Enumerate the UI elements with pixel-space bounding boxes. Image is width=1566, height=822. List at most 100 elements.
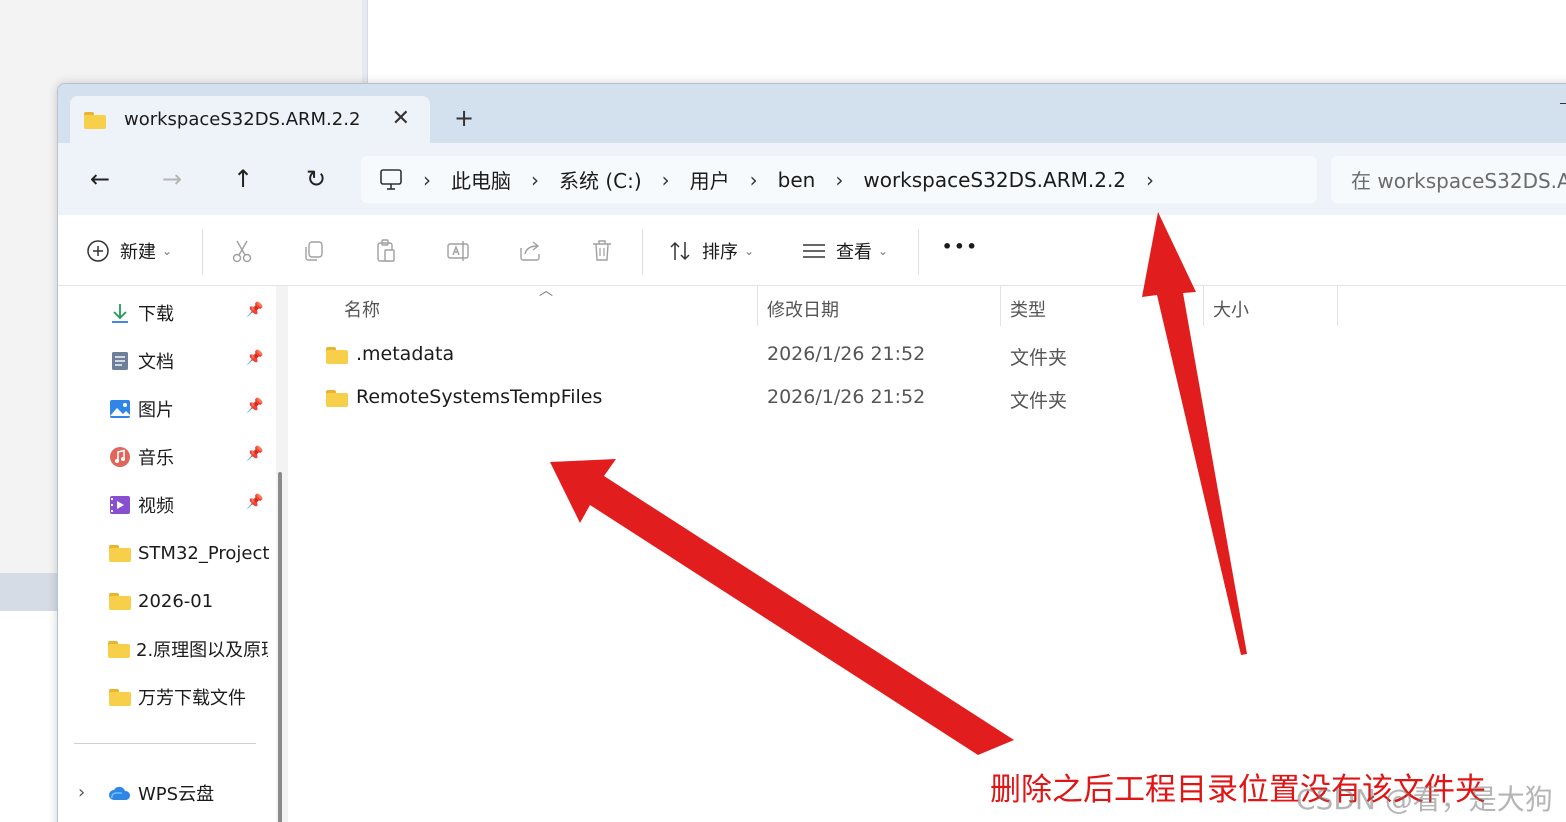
pin-icon: 📌 — [246, 350, 264, 366]
sidebar-item-label: STM32_Project — [138, 542, 270, 564]
tab-workspace[interactable]: workspaceS32DS.ARM.2.2 ✕ — [70, 96, 430, 143]
new-tab-button[interactable]: + — [454, 104, 474, 132]
rename-button[interactable] — [444, 237, 472, 265]
file-explorer-window: workspaceS32DS.ARM.2.2 ✕ + ← → ↑ ↻ › 此电脑… — [57, 83, 1566, 822]
background-app-selection — [0, 573, 60, 611]
sidebar-item-wps-cloud[interactable]: WPS云盘 — [108, 778, 214, 808]
file-list: ︿ 名称 修改日期 类型 大小 .metadata 2026/1/26 21:5… — [294, 283, 1566, 822]
pin-icon: 📌 — [246, 494, 264, 510]
view-button[interactable]: 查看 ⌄ — [800, 237, 888, 265]
breadcrumb-this-pc[interactable]: 此电脑 — [451, 165, 511, 194]
table-row[interactable]: .metadata 2026/1/26 21:52 文件夹 — [294, 335, 1566, 375]
sort-ascending-icon: ︿ — [539, 283, 553, 299]
close-tab-icon[interactable]: ✕ — [392, 106, 410, 131]
folder-icon — [84, 111, 106, 129]
file-modified: 2026/1/26 21:52 — [767, 343, 926, 365]
music-icon — [108, 445, 132, 469]
cut-button[interactable] — [228, 237, 256, 265]
address-bar[interactable]: › 此电脑 › 系统 (C:) › 用户 › ben › workspaceS3… — [361, 156, 1317, 203]
expand-chevron-icon[interactable]: › — [78, 782, 85, 803]
sidebar-item-music[interactable]: 音乐 — [108, 442, 174, 472]
share-button[interactable] — [516, 237, 544, 265]
download-icon — [108, 301, 132, 325]
folder-icon — [108, 589, 132, 613]
sidebar-item-label: 音乐 — [138, 448, 174, 469]
column-divider[interactable] — [757, 286, 758, 326]
copy-button[interactable] — [300, 237, 328, 265]
sidebar-item-label: 万芳下载文件 — [138, 688, 246, 709]
paste-button[interactable] — [372, 237, 400, 265]
delete-button[interactable] — [588, 237, 616, 265]
sidebar-item-stm32-project[interactable]: STM32_Project — [108, 538, 269, 568]
column-divider[interactable] — [1000, 286, 1001, 326]
pin-icon: 📌 — [246, 446, 264, 462]
breadcrumb-separator[interactable]: › — [531, 168, 539, 192]
breadcrumb-users[interactable]: 用户 — [690, 165, 730, 194]
watermark: CSDN @看，是大狗 — [1296, 783, 1553, 816]
view-list-icon — [800, 237, 828, 265]
sidebar-item-documents[interactable]: 文档 — [108, 346, 174, 376]
sidebar-item-pictures[interactable]: 图片 — [108, 394, 174, 424]
pin-icon: 📌 — [246, 398, 264, 414]
paste-icon — [372, 237, 400, 265]
sidebar-item-label: 视频 — [138, 496, 174, 517]
new-button[interactable]: 新建 ⌄ — [84, 237, 172, 265]
sidebar-item-label: 2.原理图以及原理 — [136, 640, 268, 661]
column-divider[interactable] — [1203, 286, 1204, 326]
rename-icon — [444, 237, 472, 265]
sidebar-scrollbar-thumb[interactable] — [278, 472, 282, 822]
folder-icon — [108, 685, 132, 709]
back-button[interactable]: ← — [80, 161, 120, 197]
folder-icon — [108, 637, 130, 661]
video-icon — [108, 493, 132, 517]
sort-button[interactable]: 排序 ⌄ — [666, 237, 754, 265]
computer-icon — [379, 168, 403, 191]
share-icon — [516, 237, 544, 265]
folder-icon — [326, 347, 348, 364]
breadcrumb-c-drive[interactable]: 系统 (C:) — [559, 165, 642, 194]
column-header-modified[interactable]: 修改日期 — [767, 296, 839, 322]
command-toolbar: 新建 ⌄ 排序 ⌄ 查看 ⌄ ••• — [58, 215, 1566, 286]
cut-icon — [228, 237, 256, 265]
sidebar-item-schematics[interactable]: 2.原理图以及原理 — [108, 634, 268, 664]
navigation-pane: 下载 📌 文档 📌 图片 📌 音乐 📌 视频 📌 STM32_Project 2… — [58, 286, 294, 822]
document-icon — [108, 349, 132, 373]
view-label: 查看 — [836, 242, 872, 263]
chevron-down-icon: ⌄ — [162, 244, 173, 258]
sidebar-item-label: WPS云盘 — [138, 784, 215, 805]
breadcrumb-separator[interactable]: › — [423, 168, 431, 192]
breadcrumb-separator[interactable]: › — [1146, 168, 1154, 192]
sidebar-item-downloads[interactable]: 下载 — [108, 298, 174, 328]
file-type: 文件夹 — [1010, 347, 1068, 369]
file-name: RemoteSystemsTempFiles — [356, 386, 603, 408]
forward-button[interactable]: → — [152, 161, 192, 197]
sidebar-item-wanfang-downloads[interactable]: 万芳下载文件 — [108, 682, 246, 712]
breadcrumb-separator[interactable]: › — [750, 168, 758, 192]
pin-icon: 📌 — [246, 302, 264, 318]
refresh-button[interactable]: ↻ — [296, 161, 336, 197]
breadcrumb-separator[interactable]: › — [835, 168, 843, 192]
sidebar-divider — [74, 743, 256, 744]
column-header-type[interactable]: 类型 — [1010, 296, 1046, 322]
chevron-down-icon: ⌄ — [744, 244, 755, 258]
breadcrumb-ben[interactable]: ben — [778, 168, 816, 192]
minimize-button[interactable] — [1560, 103, 1566, 104]
search-input[interactable]: 在 workspaceS32DS.ARM.2.2 中搜索 — [1331, 156, 1566, 203]
sidebar-item-label: 2026-01 — [138, 590, 214, 612]
more-options-button[interactable]: ••• — [942, 237, 979, 256]
file-type: 文件夹 — [1010, 390, 1068, 412]
column-header-name[interactable]: 名称 — [344, 296, 380, 322]
column-header-size[interactable]: 大小 — [1213, 296, 1249, 322]
sidebar-item-videos[interactable]: 视频 — [108, 490, 174, 520]
sidebar-item-2026-01[interactable]: 2026-01 — [108, 586, 213, 616]
breadcrumb-workspace[interactable]: workspaceS32DS.ARM.2.2 — [863, 168, 1126, 192]
sidebar-item-label: 下载 — [138, 304, 174, 325]
table-row[interactable]: RemoteSystemsTempFiles 2026/1/26 21:52 文… — [294, 378, 1566, 418]
background-app-area — [0, 611, 60, 822]
breadcrumb-separator[interactable]: › — [662, 168, 670, 192]
column-divider[interactable] — [1337, 286, 1338, 326]
trash-icon — [588, 237, 616, 265]
pictures-icon — [108, 397, 132, 421]
up-button[interactable]: ↑ — [223, 161, 263, 197]
folder-icon — [326, 390, 348, 407]
